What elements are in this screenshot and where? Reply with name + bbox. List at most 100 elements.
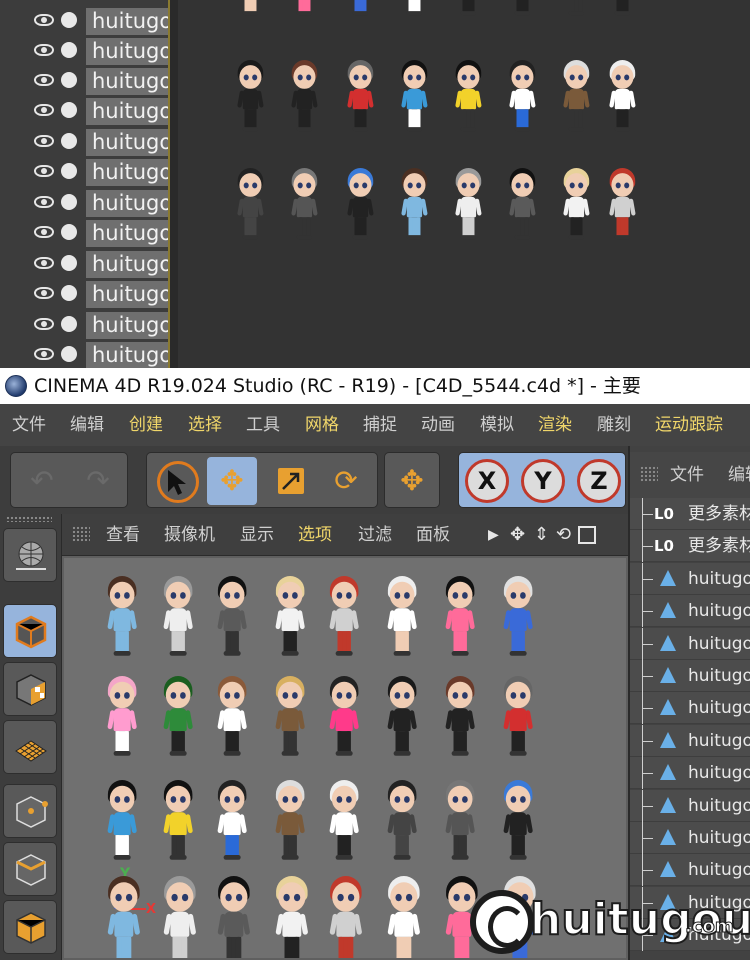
om-menu-edit[interactable]: 编辑 [728,463,750,487]
menu-select[interactable]: 选择 [188,413,222,437]
z-axis-lock-button[interactable]: Z [577,459,621,503]
character-figure[interactable] [346,168,375,245]
character-figure[interactable] [216,876,252,958]
top-dark-viewport[interactable] [178,0,750,368]
render-dot-icon[interactable] [61,194,77,210]
character-figure[interactable] [502,780,534,866]
character-figure[interactable] [162,676,194,762]
character-figure[interactable] [236,0,265,21]
object-tree-row[interactable]: huitugou [630,692,750,725]
object-row[interactable]: huitugou [0,67,168,97]
render-dot-icon[interactable] [61,72,77,88]
character-figure[interactable] [274,676,306,762]
render-dot-icon[interactable] [61,42,77,58]
character-figure[interactable] [454,0,483,21]
character-figure[interactable] [400,168,429,245]
redo-button[interactable]: ↷ [73,457,123,505]
eye-icon[interactable] [34,348,54,360]
object-row[interactable]: huitugou [0,189,168,219]
texture-mode-button[interactable] [3,662,57,716]
character-figure[interactable] [508,168,537,245]
menu-tools[interactable]: 工具 [246,413,280,437]
render-dot-icon[interactable] [61,224,77,240]
model-mode-button[interactable] [3,604,57,658]
character-figure[interactable] [562,0,591,21]
character-figure[interactable] [328,676,360,762]
object-row[interactable]: huitugou [0,311,168,341]
character-figure[interactable] [400,60,429,137]
character-figure[interactable] [290,60,319,137]
character-figure[interactable] [290,0,319,21]
character-figure[interactable] [400,0,429,21]
dolly-icon[interactable]: ⇕ [534,524,549,546]
character-figure[interactable] [162,780,194,866]
character-figure[interactable] [106,876,142,958]
eye-icon[interactable] [34,165,54,177]
character-figure[interactable] [328,576,360,662]
menu-simulate[interactable]: 模拟 [480,413,514,437]
character-figure[interactable] [454,168,483,245]
character-figure[interactable] [562,168,591,245]
character-figure[interactable] [608,0,637,21]
character-figure[interactable] [236,168,265,245]
recent-move-button[interactable]: ✥ [387,457,437,505]
character-figure[interactable] [346,60,375,137]
render-dot-icon[interactable] [61,316,77,332]
character-figure[interactable] [162,576,194,662]
move-tool-button[interactable]: ✥ [207,457,257,505]
character-figure[interactable] [444,676,476,762]
viewport-grip[interactable] [72,526,90,542]
pan-icon[interactable]: ✥ [510,524,525,546]
character-figure[interactable] [346,0,375,21]
point-mode-button[interactable] [3,784,57,838]
vp-menu-camera[interactable]: 摄像机 [164,524,215,546]
eye-icon[interactable] [34,287,54,299]
menu-animate[interactable]: 动画 [421,413,455,437]
object-tree-row[interactable]: huitugou [630,822,750,854]
render-dot-icon[interactable] [61,255,77,271]
character-figure[interactable] [386,780,418,866]
character-figure[interactable] [508,0,537,21]
object-manager-grip[interactable] [640,466,658,482]
object-tree-row[interactable]: L0 更多素材 [630,498,750,530]
character-figure[interactable] [608,168,637,245]
character-figure[interactable] [608,60,637,137]
vp-menu-display[interactable]: 显示 [240,524,274,546]
object-row[interactable]: huitugou [0,7,168,37]
character-figure[interactable] [236,60,265,137]
character-figure[interactable] [290,168,319,245]
eye-icon[interactable] [34,318,54,330]
pane-divider[interactable] [168,0,178,368]
character-figure[interactable] [216,576,248,662]
vp-menu-options[interactable]: 选项 [298,524,332,546]
character-figure[interactable] [444,780,476,866]
character-figure[interactable] [328,876,364,958]
eye-icon[interactable] [34,226,54,238]
object-tree-row[interactable]: huitugou [630,627,750,660]
character-figure[interactable] [502,676,534,762]
menu-file[interactable]: 文件 [12,413,46,437]
character-figure[interactable] [502,576,534,662]
render-dot-icon[interactable] [61,133,77,149]
render-dot-icon[interactable] [61,12,77,28]
eye-icon[interactable] [34,44,54,56]
eye-icon[interactable] [34,135,54,147]
character-figure[interactable] [274,780,306,866]
object-row[interactable]: huitugou [0,219,168,249]
character-figure[interactable] [216,676,248,762]
object-tree-row[interactable]: huitugou [630,562,750,595]
object-tree-row[interactable]: huitugou [630,757,750,790]
menu-mesh[interactable]: 网格 [305,413,339,437]
vp-menu-filter[interactable]: 过滤 [358,524,392,546]
menu-motion-tracking[interactable]: 运动跟踪 [655,413,723,437]
object-row[interactable]: huitugou [0,280,168,310]
object-row[interactable]: huitugou [0,158,168,188]
more-arrow-icon[interactable]: ▶ [488,524,499,546]
live-selection-button[interactable] [151,457,201,505]
character-figure[interactable] [274,576,306,662]
render-dot-icon[interactable] [61,102,77,118]
object-row[interactable]: huitugou [0,250,168,280]
scale-tool-button[interactable] [265,457,315,505]
object-tree-row[interactable]: huitugou [630,789,750,822]
object-row[interactable]: huitugou [0,128,168,158]
